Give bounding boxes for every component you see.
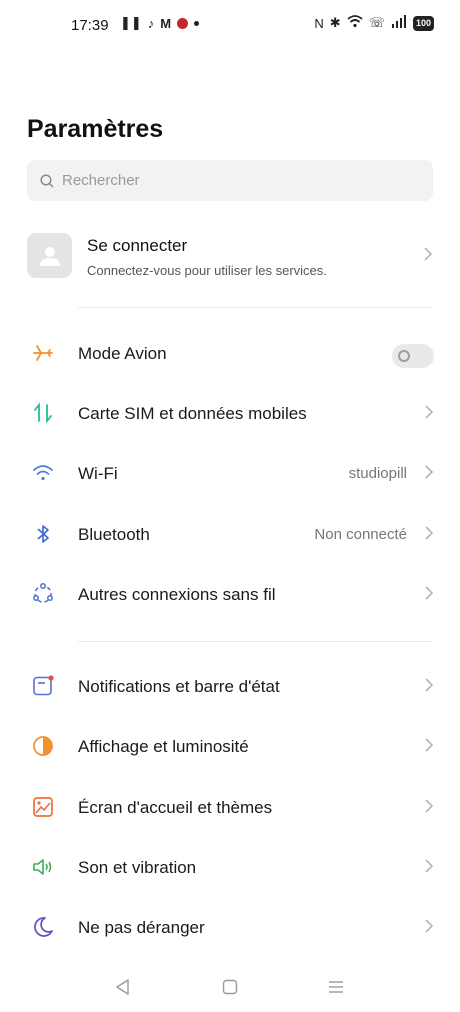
wifi-status-icon: [347, 15, 363, 31]
search-input[interactable]: Rechercher: [27, 160, 433, 201]
sound-icon: [33, 859, 52, 875]
chevron-right-icon: [425, 526, 434, 540]
bluetooth-icon: [37, 525, 49, 543]
setting-display-brightness[interactable]: Affichage et luminosité: [0, 717, 460, 777]
chevron-right-icon: [425, 859, 434, 873]
setting-sound-vibration[interactable]: Son et vibration: [0, 838, 460, 898]
chevron-right-icon: [424, 247, 433, 261]
airplane-mode-toggle[interactable]: [392, 344, 434, 368]
divider: [78, 641, 433, 642]
divider: [78, 307, 433, 308]
signal-icon: [391, 15, 407, 31]
bluetooth-status-icon: ✱: [329, 15, 341, 30]
account-sign-in[interactable]: Se connecter Connectez-vous pour utilise…: [27, 230, 437, 286]
setting-label: Mode Avion: [78, 344, 167, 363]
notification-icon: [33, 675, 54, 696]
pause-icon: ❚❚: [120, 15, 142, 30]
setting-label: Notifications et barre d'état: [78, 677, 280, 696]
setting-bluetooth[interactable]: Bluetooth Non connecté: [0, 505, 460, 565]
tiktok-icon: ♪: [147, 15, 155, 31]
page-title: Paramètres: [27, 115, 164, 143]
status-bar: 17:39 ❚❚ ♪ M Ν ✱ ☏ 100: [0, 0, 460, 52]
setting-other-connections[interactable]: Autres connexions sans fil: [0, 565, 460, 625]
status-time: 17:39: [71, 17, 109, 34]
search-icon: [40, 173, 54, 188]
setting-value: Non connecté: [314, 526, 407, 543]
chevron-right-icon: [425, 678, 434, 692]
connections-icon: [33, 583, 53, 603]
account-title: Se connecter: [87, 236, 188, 255]
chevron-right-icon: [425, 738, 434, 752]
toggle-knob: [398, 350, 410, 362]
setting-label: Son et vibration: [78, 858, 197, 877]
setting-label: Ne pas déranger: [78, 918, 205, 937]
gmail-icon: M: [160, 15, 172, 31]
setting-value: studiopill: [348, 465, 407, 482]
nfc-icon: Ν: [314, 15, 324, 31]
setting-airplane-mode[interactable]: Mode Avion: [0, 324, 460, 384]
more-notifications-icon: [194, 20, 200, 26]
home-screen-icon: [33, 797, 53, 817]
setting-label: Écran d'accueil et thèmes: [78, 798, 273, 817]
recent-apps-button[interactable]: [327, 978, 345, 996]
search-placeholder: Rechercher: [62, 172, 140, 189]
volte-icon: ☏: [368, 15, 385, 30]
avatar: [27, 233, 72, 278]
wifi-icon: [33, 465, 53, 481]
display-icon: [33, 736, 53, 756]
setting-label: Wi-Fi: [78, 464, 118, 483]
moon-icon: [34, 917, 53, 937]
setting-label: Bluetooth: [78, 525, 150, 544]
setting-home-screen-themes[interactable]: Écran d'accueil et thèmes: [0, 778, 460, 838]
user-icon: [39, 246, 60, 266]
airplane-icon: [33, 345, 53, 361]
chevron-right-icon: [425, 799, 434, 813]
setting-sim-data[interactable]: Carte SIM et données mobiles: [0, 384, 460, 444]
setting-wifi[interactable]: Wi-Fi studiopill: [0, 444, 460, 504]
chevron-right-icon: [425, 919, 434, 933]
setting-label: Affichage et luminosité: [78, 737, 249, 756]
chevron-right-icon: [425, 586, 434, 600]
app-notification-icon: [177, 17, 189, 29]
status-system-icons: Ν ✱ ☏ 100: [314, 15, 434, 31]
setting-notifications[interactable]: Notifications et barre d'état: [0, 657, 460, 717]
navigation-bar: [0, 968, 460, 1008]
back-button[interactable]: [114, 978, 132, 996]
account-subtitle: Connectez-vous pour utiliser les service…: [87, 263, 327, 278]
battery-icon: 100: [412, 15, 434, 31]
setting-label: Carte SIM et données mobiles: [78, 404, 307, 423]
status-notification-icons: ❚❚ ♪ M: [120, 15, 200, 31]
home-button[interactable]: [221, 978, 239, 996]
sim-data-icon: [34, 402, 52, 424]
setting-label: Autres connexions sans fil: [78, 585, 276, 604]
chevron-right-icon: [425, 405, 434, 419]
chevron-right-icon: [425, 465, 434, 479]
setting-do-not-disturb[interactable]: Ne pas déranger: [0, 898, 460, 958]
